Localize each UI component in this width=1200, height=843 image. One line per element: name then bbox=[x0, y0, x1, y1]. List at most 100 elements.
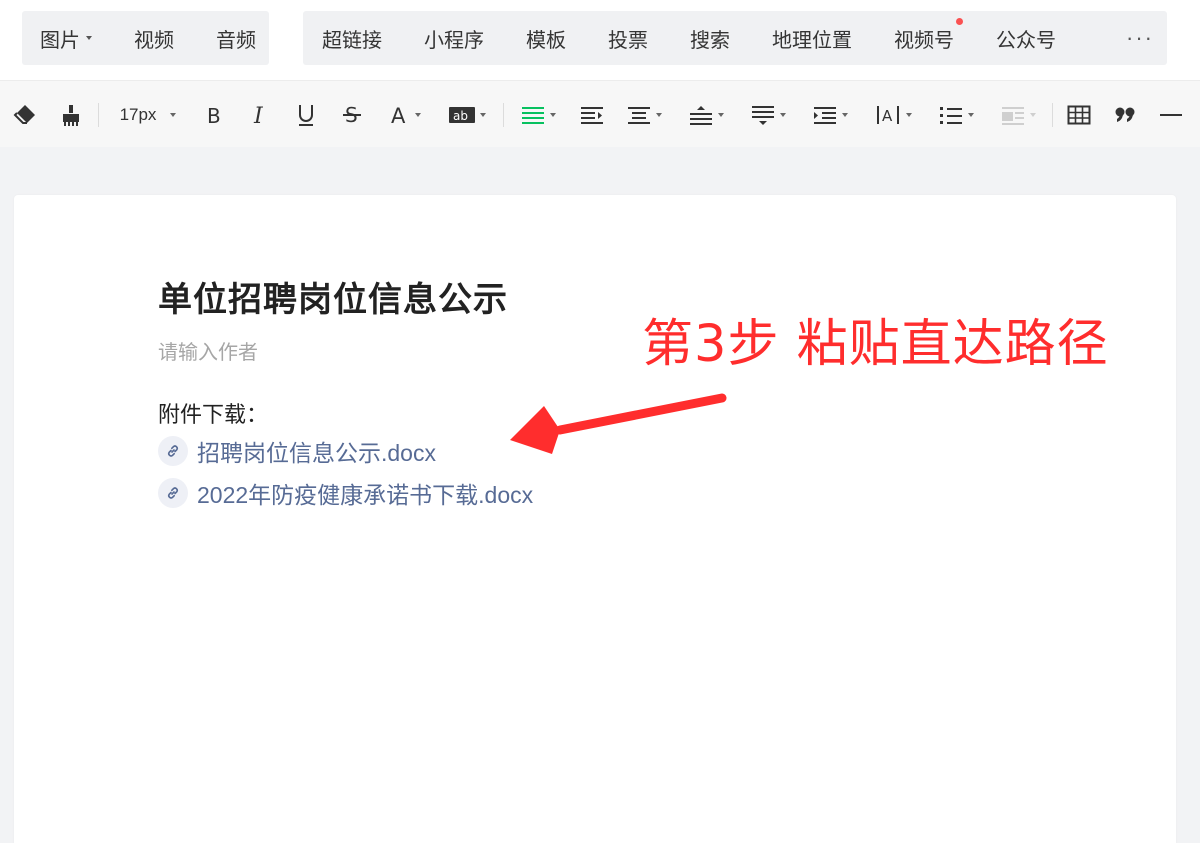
article-title[interactable]: 单位招聘岗位信息公示 bbox=[158, 272, 508, 321]
svg-text:A: A bbox=[882, 107, 893, 125]
insert-template-label: 模板 bbox=[526, 29, 566, 52]
toolbar-divider bbox=[98, 103, 99, 127]
insert-image-label: 图片 bbox=[40, 29, 80, 52]
font-color-icon: A bbox=[391, 104, 406, 127]
bold-button[interactable]: B bbox=[200, 81, 228, 148]
strikethrough-icon: S bbox=[343, 103, 361, 127]
divider-icon bbox=[1160, 113, 1182, 116]
more-options-button[interactable]: ··· bbox=[1126, 25, 1154, 51]
media-insert-group: 图片 视频 音频 bbox=[22, 11, 269, 65]
insert-channels-button[interactable]: 视频号 bbox=[894, 17, 963, 53]
strikethrough-button[interactable]: S bbox=[338, 81, 366, 148]
insert-toolbar: 图片 视频 音频 超链接 小程序 模板 投票 搜索 地理位置 视频号 公众号 ·… bbox=[0, 0, 1200, 80]
insert-audio-button[interactable]: 音频 bbox=[216, 24, 256, 53]
insert-hyperlink-label: 超链接 bbox=[322, 29, 382, 52]
insert-official-account-button[interactable]: 公众号 bbox=[996, 24, 1056, 53]
line-height-icon bbox=[689, 105, 712, 125]
letter-spacing-icon: A bbox=[876, 105, 899, 125]
eraser-icon bbox=[13, 104, 35, 124]
align-center-button[interactable] bbox=[622, 81, 666, 148]
author-input[interactable]: 请输入作者 bbox=[158, 336, 258, 365]
toolbar-divider bbox=[1052, 103, 1053, 127]
insert-image-button[interactable]: 图片 bbox=[40, 24, 92, 53]
attachment-link[interactable]: 2022年防疫健康承诺书下载.docx bbox=[158, 478, 533, 508]
attachment-link-text: 2022年防疫健康承诺书下载.docx bbox=[197, 482, 534, 508]
insert-template-button[interactable]: 模板 bbox=[526, 24, 566, 53]
caret-down-icon bbox=[86, 36, 92, 40]
insert-location-button[interactable]: 地理位置 bbox=[772, 24, 852, 53]
insert-vote-button[interactable]: 投票 bbox=[608, 24, 648, 53]
paragraph-spacing-button[interactable] bbox=[746, 81, 790, 148]
insert-search-button[interactable]: 搜索 bbox=[690, 24, 730, 53]
caret-down-icon bbox=[170, 112, 177, 117]
toolbar-divider bbox=[503, 103, 504, 127]
background-color-button[interactable]: ab bbox=[444, 81, 490, 148]
insert-audio-label: 音频 bbox=[216, 29, 256, 52]
float-button[interactable] bbox=[996, 81, 1040, 148]
paragraph-spacing-icon bbox=[751, 105, 774, 125]
align-center-icon bbox=[627, 106, 650, 124]
caret-down-icon bbox=[967, 112, 974, 117]
step-annotation: 第3步 粘贴直达路径 bbox=[642, 315, 1109, 374]
align-justify-icon bbox=[521, 106, 544, 124]
insert-hyperlink-button[interactable]: 超链接 bbox=[322, 24, 382, 53]
format-painter-icon bbox=[63, 104, 79, 126]
caret-down-icon bbox=[779, 112, 786, 117]
insert-miniprogram-label: 小程序 bbox=[424, 29, 484, 52]
line-height-button[interactable] bbox=[684, 81, 728, 148]
notification-dot bbox=[956, 17, 963, 25]
link-icon-wrap bbox=[158, 436, 188, 466]
caret-down-icon bbox=[717, 112, 724, 117]
caret-down-icon bbox=[655, 112, 662, 117]
link-icon bbox=[168, 487, 178, 499]
list-button[interactable] bbox=[934, 81, 978, 148]
align-justify-button[interactable] bbox=[516, 81, 560, 148]
attachments-heading: 附件下载： bbox=[158, 402, 269, 427]
insert-search-label: 搜索 bbox=[690, 29, 730, 52]
letter-spacing-button[interactable]: A bbox=[870, 81, 916, 148]
italic-button[interactable]: I bbox=[246, 81, 274, 148]
attachment-link-text: 招聘岗位信息公示.docx bbox=[197, 440, 436, 466]
attachment-link[interactable]: 招聘岗位信息公示.docx bbox=[158, 436, 436, 466]
insert-location-label: 地理位置 bbox=[772, 29, 852, 52]
caret-down-icon bbox=[549, 112, 556, 117]
underline-icon bbox=[299, 104, 313, 126]
caret-down-icon bbox=[841, 112, 848, 117]
format-painter-button[interactable] bbox=[56, 81, 86, 148]
caret-down-icon bbox=[905, 112, 912, 117]
italic-icon: I bbox=[253, 104, 264, 127]
quote-button[interactable] bbox=[1110, 81, 1140, 148]
underline-button[interactable] bbox=[292, 81, 320, 148]
background-color-icon: ab bbox=[448, 106, 475, 123]
annotation-arrow bbox=[510, 393, 727, 454]
svg-text:A: A bbox=[391, 104, 406, 127]
font-color-button[interactable]: A bbox=[384, 81, 426, 148]
link-icon-wrap bbox=[158, 478, 188, 508]
caret-down-icon bbox=[1029, 112, 1036, 117]
bold-icon: B bbox=[207, 104, 221, 127]
caret-down-icon bbox=[414, 112, 421, 117]
float-icon bbox=[1001, 106, 1024, 125]
insert-miniprogram-button[interactable]: 小程序 bbox=[424, 24, 484, 53]
font-size-select[interactable]: 17px bbox=[112, 81, 184, 148]
insert-video-button[interactable]: 视频 bbox=[134, 24, 174, 53]
indent-button[interactable] bbox=[578, 81, 606, 148]
svg-text:B: B bbox=[207, 104, 221, 127]
divider-button[interactable] bbox=[1156, 81, 1186, 148]
first-line-indent-button[interactable] bbox=[808, 81, 852, 148]
more-icon: ··· bbox=[1126, 25, 1154, 50]
svg-text:I: I bbox=[253, 104, 264, 127]
first-line-indent-icon bbox=[813, 106, 836, 124]
list-icon bbox=[939, 106, 962, 124]
caret-down-icon bbox=[479, 112, 486, 117]
content-insert-group: 超链接 小程序 模板 投票 搜索 地理位置 视频号 公众号 ··· bbox=[303, 11, 1167, 65]
format-toolbar: 17px B I S A ab A bbox=[0, 80, 1200, 147]
table-icon bbox=[1067, 105, 1091, 124]
link-icon bbox=[168, 445, 178, 457]
insert-vote-label: 投票 bbox=[608, 29, 648, 52]
indent-icon bbox=[581, 106, 603, 124]
insert-table-button[interactable] bbox=[1064, 81, 1094, 148]
insert-video-label: 视频 bbox=[134, 29, 174, 52]
clear-format-button[interactable] bbox=[10, 81, 40, 148]
quote-icon bbox=[1115, 107, 1135, 122]
